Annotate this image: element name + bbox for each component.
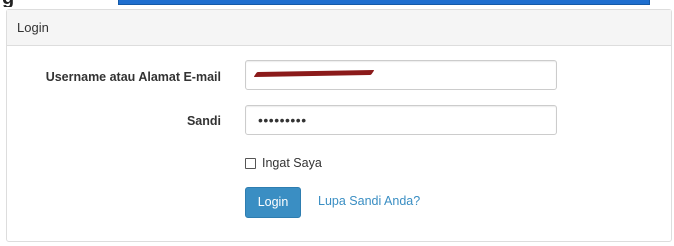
- username-input[interactable]: [245, 60, 557, 90]
- remember-me-checkbox[interactable]: [245, 157, 256, 169]
- password-input[interactable]: •••••••••: [245, 105, 557, 135]
- top-accent-bar: [118, 0, 650, 5]
- remember-me-row[interactable]: Ingat Saya: [245, 156, 322, 170]
- username-label: Username atau Alamat E-mail: [45, 70, 221, 84]
- panel-heading: Login: [7, 10, 671, 46]
- panel-title: Login: [17, 20, 49, 35]
- password-masked-value: •••••••••: [258, 112, 307, 128]
- top-strip: g: [0, 0, 674, 7]
- redaction-mark: [253, 69, 375, 78]
- login-button[interactable]: Login: [245, 187, 301, 218]
- password-label: Sandi: [186, 114, 221, 128]
- login-panel: Login Username atau Alamat E-mail Sandi …: [6, 9, 672, 242]
- partial-heading-letter: g: [2, 0, 14, 7]
- remember-me-label: Ingat Saya: [262, 156, 322, 170]
- forgot-password-link[interactable]: Lupa Sandi Anda?: [318, 194, 420, 208]
